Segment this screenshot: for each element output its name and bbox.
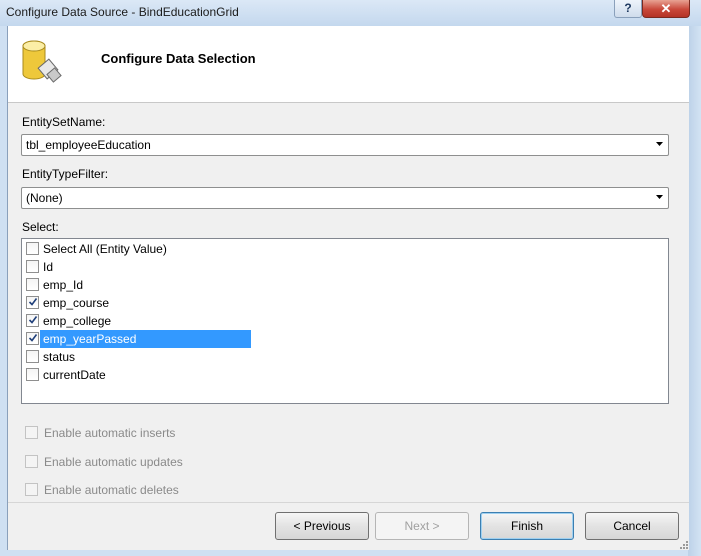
enable-deletes-checkbox[interactable] bbox=[25, 483, 38, 496]
checkmark-icon bbox=[28, 316, 38, 324]
window-title: Configure Data Source - BindEducationGri… bbox=[6, 5, 239, 19]
select-label: Select: bbox=[22, 220, 59, 234]
list-item[interactable]: Id bbox=[22, 258, 262, 276]
list-item[interactable]: Select All (Entity Value) bbox=[22, 240, 262, 258]
entity-type-filter-dropdown[interactable]: (None) bbox=[21, 187, 669, 209]
title-bar[interactable]: Configure Data Source - BindEducationGri… bbox=[0, 0, 701, 26]
field-checkbox[interactable] bbox=[26, 368, 39, 381]
field-checkbox[interactable] bbox=[26, 350, 39, 363]
enable-updates-label: Enable automatic updates bbox=[44, 455, 183, 469]
previous-button[interactable]: < Previous bbox=[275, 512, 369, 540]
help-button[interactable]: ? bbox=[614, 0, 642, 18]
list-item[interactable]: emp_college bbox=[22, 312, 262, 330]
chevron-down-icon bbox=[656, 195, 663, 199]
enable-deletes-label: Enable automatic deletes bbox=[44, 483, 179, 497]
field-label: emp_course bbox=[43, 296, 110, 310]
footer-divider bbox=[8, 502, 689, 503]
field-label: status bbox=[43, 350, 76, 364]
checkmark-icon bbox=[28, 334, 38, 342]
field-checkbox[interactable] bbox=[26, 278, 39, 291]
field-checkbox[interactable] bbox=[26, 260, 39, 273]
window-frame bbox=[688, 26, 701, 556]
entity-set-label: EntitySetName: bbox=[22, 115, 106, 129]
field-checkbox[interactable] bbox=[26, 314, 39, 327]
enable-inserts-checkbox[interactable] bbox=[25, 426, 38, 439]
field-label: emp_college bbox=[43, 314, 112, 328]
field-checkbox[interactable] bbox=[26, 242, 39, 255]
entity-set-dropdown[interactable]: tbl_employeeEducation bbox=[21, 134, 669, 156]
database-icon bbox=[22, 40, 62, 83]
enable-updates-checkbox[interactable] bbox=[25, 455, 38, 468]
chevron-down-icon bbox=[656, 142, 663, 146]
next-button[interactable]: Next > bbox=[375, 512, 469, 540]
field-checkbox[interactable] bbox=[26, 296, 39, 309]
list-item[interactable]: emp_yearPassed bbox=[22, 330, 262, 348]
field-checkbox[interactable] bbox=[26, 332, 39, 345]
field-checklist[interactable]: Select All (Entity Value) Id emp_Id emp_cou… bbox=[21, 238, 669, 404]
cancel-button[interactable]: Cancel bbox=[585, 512, 679, 540]
checkmark-icon bbox=[28, 298, 38, 306]
entity-type-filter-label: EntityTypeFilter: bbox=[22, 167, 109, 181]
entity-set-value: tbl_employeeEducation bbox=[26, 138, 151, 152]
field-label: currentDate bbox=[43, 368, 106, 382]
list-item[interactable]: currentDate bbox=[22, 366, 262, 384]
page-title: Configure Data Selection bbox=[101, 51, 256, 66]
enable-inserts-label: Enable automatic inserts bbox=[44, 426, 176, 440]
field-label: emp_Id bbox=[43, 278, 84, 292]
field-label: Id bbox=[43, 260, 54, 274]
list-item[interactable]: emp_Id bbox=[22, 276, 262, 294]
list-item[interactable]: status bbox=[22, 348, 262, 366]
list-item[interactable]: emp_course bbox=[22, 294, 262, 312]
field-label: emp_yearPassed bbox=[40, 330, 251, 348]
close-button[interactable]: ✕ bbox=[642, 0, 690, 18]
entity-type-filter-value: (None) bbox=[26, 191, 63, 205]
finish-button[interactable]: Finish bbox=[480, 512, 574, 540]
resize-grip-icon[interactable] bbox=[679, 540, 689, 550]
wizard-header: Configure Data Selection bbox=[8, 26, 689, 103]
field-label: Select All (Entity Value) bbox=[43, 242, 167, 256]
dialog-body: Configure Data Selection EntitySetName: … bbox=[7, 26, 689, 550]
